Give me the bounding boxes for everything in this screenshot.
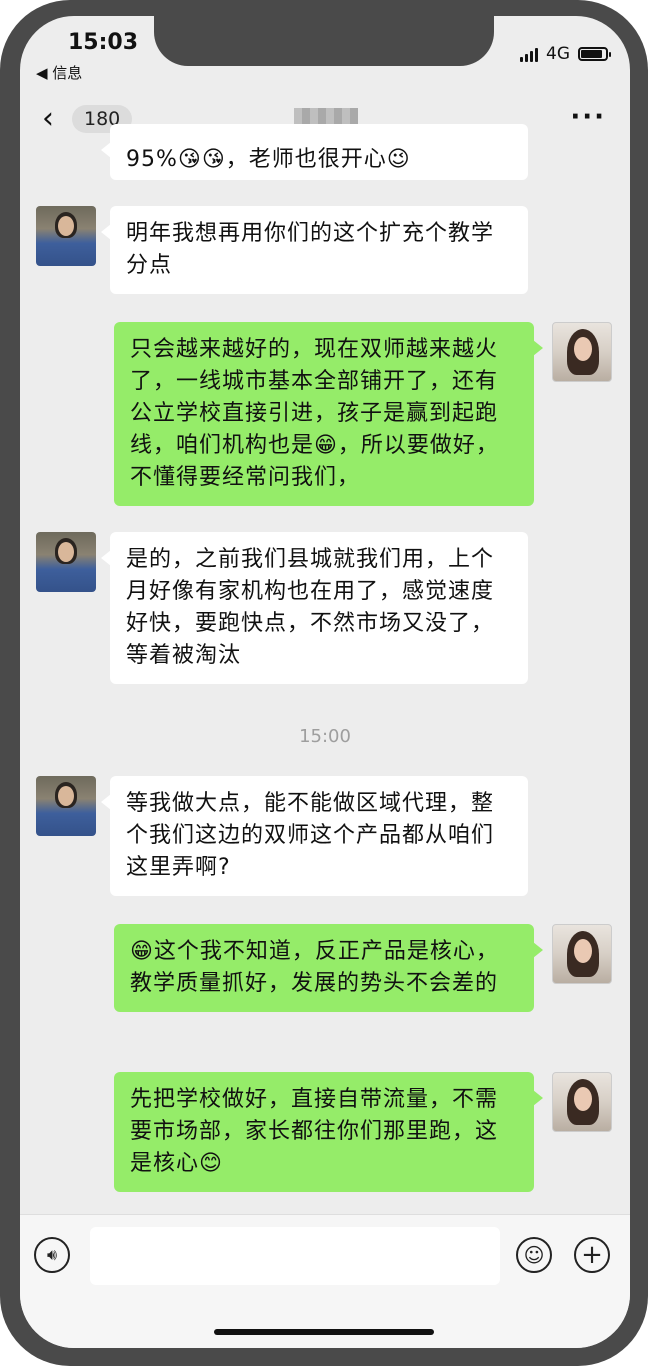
message-bubble-incoming[interactable]: 等我做大点，能不能做区域代理，整个我们这边的双师这个产品都从咱们这里弄啊? bbox=[101, 776, 528, 896]
message-bubble-incoming[interactable]: 明年我想再用你们的这个扩充个教学分点 bbox=[101, 206, 528, 294]
message-input[interactable] bbox=[90, 1227, 500, 1285]
chat-timestamp: 15:00 bbox=[299, 726, 351, 747]
battery-icon bbox=[578, 47, 611, 61]
voice-icon[interactable]: 🔊︎ bbox=[34, 1237, 70, 1273]
contact-avatar[interactable] bbox=[36, 206, 96, 266]
status-time: 15:03 bbox=[68, 30, 139, 55]
message-bubble-outgoing[interactable]: 😁这个我不知道，反正产品是核心，教学质量抓好，发展的势头不会差的 bbox=[114, 924, 543, 1012]
chat-screen: 15:03 ◀ 信息 4G ‹ 180 ··· 95%😘😘，老师也很开心😉 明年… bbox=[20, 16, 630, 1348]
contact-avatar[interactable] bbox=[36, 532, 96, 592]
signal-icon bbox=[520, 46, 538, 62]
message-bubble-outgoing[interactable]: 先把学校做好，直接自带流量，不需要市场部，家长都往你们那里跑，这是核心😊 bbox=[114, 1072, 543, 1192]
more-dots-icon[interactable]: ··· bbox=[570, 102, 606, 132]
message-bubble-incoming[interactable]: 是的，之前我们县城就我们用，上个月好像有家机构也在用了，感觉速度好快，要跑快点，… bbox=[101, 532, 528, 684]
emoji-icon[interactable]: ☺ bbox=[516, 1237, 552, 1273]
chat-input-bar: 🔊︎ ☺ + bbox=[20, 1214, 630, 1348]
home-indicator[interactable] bbox=[214, 1329, 434, 1335]
my-avatar[interactable] bbox=[552, 924, 612, 984]
plus-icon[interactable]: + bbox=[574, 1237, 610, 1273]
my-avatar[interactable] bbox=[552, 322, 612, 382]
notch bbox=[154, 16, 494, 66]
back-to-app-link[interactable]: ◀ 信息 bbox=[36, 62, 82, 83]
chevron-left-icon[interactable]: ‹ bbox=[42, 104, 54, 134]
phone-frame: 15:03 ◀ 信息 4G ‹ 180 ··· 95%😘😘，老师也很开心😉 明年… bbox=[0, 0, 648, 1366]
my-avatar[interactable] bbox=[552, 1072, 612, 1132]
message-bubble-incoming[interactable]: 95%😘😘，老师也很开心😉 bbox=[101, 124, 528, 180]
message-bubble-outgoing[interactable]: 只会越来越好的，现在双师越来越火了，一线城市基本全部铺开了，还有公立学校直接引进… bbox=[114, 322, 543, 506]
contact-avatar[interactable] bbox=[36, 776, 96, 836]
network-type: 4G bbox=[546, 44, 570, 64]
status-indicators: 4G bbox=[520, 44, 611, 64]
